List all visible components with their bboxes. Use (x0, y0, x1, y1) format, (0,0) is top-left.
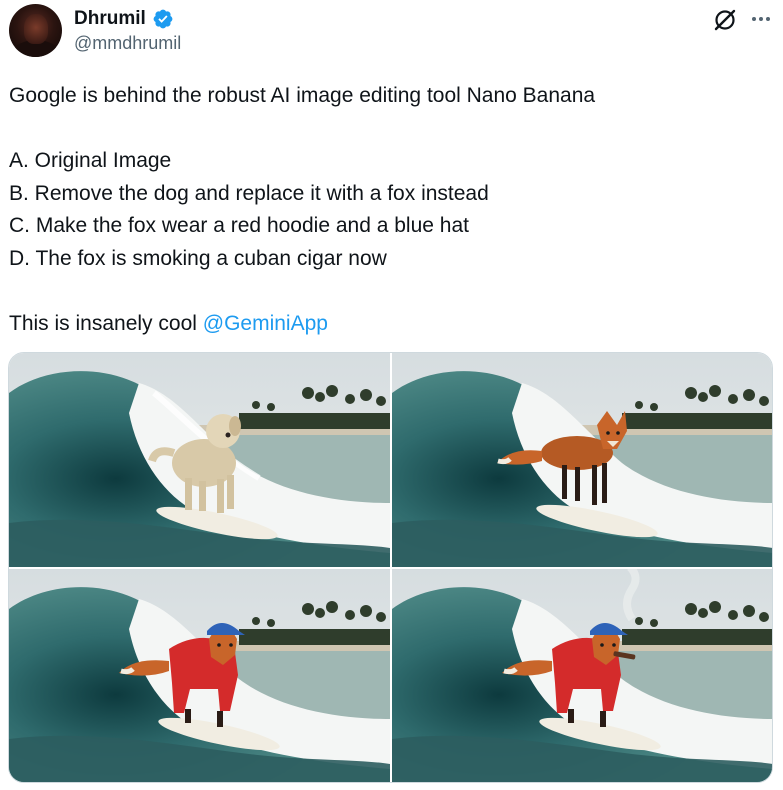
author-name-row: Dhrumil (74, 8, 174, 30)
dog-surfing-photo (9, 353, 390, 567)
avatar[interactable] (9, 4, 62, 57)
avatar-face (24, 14, 48, 44)
verified-badge-icon (153, 9, 173, 29)
media-grid (8, 352, 773, 783)
media-image-fox[interactable] (392, 353, 772, 567)
fox-smoking-cigar-surfing-photo (392, 569, 772, 782)
closing-text: This is insanely cool (9, 311, 203, 335)
grok-icon[interactable] (712, 7, 738, 33)
dot-icon (759, 17, 763, 21)
tweet-closing-line: This is insanely cool @GeminiApp (9, 308, 769, 341)
media-image-fox-cigar[interactable] (392, 569, 772, 782)
tweet-text: Google is behind the robust AI image edi… (9, 80, 769, 340)
tweet-line: Google is behind the robust AI image edi… (9, 84, 596, 107)
media-image-fox-hoodie[interactable] (9, 569, 390, 782)
fox-surfing-photo (392, 353, 772, 567)
more-options-icon[interactable] (748, 8, 774, 30)
dot-icon (752, 17, 756, 21)
mention-link[interactable]: @GeminiApp (203, 312, 328, 335)
fox-red-hoodie-blue-hat-surfing-photo (9, 569, 390, 782)
dot-icon (766, 17, 770, 21)
tweet-line: A. Original Image (9, 149, 172, 172)
tweet-line: C. Make the fox wear a red hoodie and a … (9, 214, 469, 237)
author-display-name[interactable]: Dhrumil (74, 8, 146, 30)
author-handle[interactable]: @mmdhrumil (74, 33, 181, 54)
media-image-dog[interactable] (9, 353, 390, 567)
tweet-line: D. The fox is smoking a cuban cigar now (9, 246, 387, 270)
tweet-line: B. Remove the dog and replace it with a … (9, 181, 489, 205)
